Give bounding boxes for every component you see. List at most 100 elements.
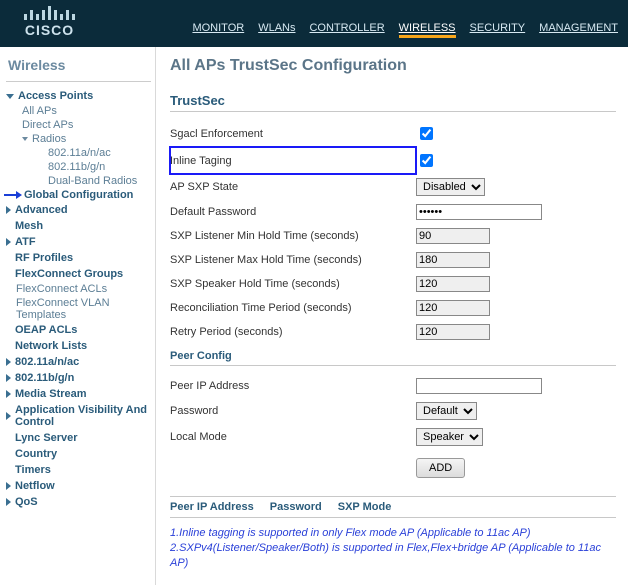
sidebar-item-atf[interactable]: ATF	[6, 234, 151, 250]
chevron-right-icon	[6, 390, 11, 398]
ap-sxp-state-select[interactable]: Disabled	[416, 178, 485, 196]
default-password-label: Default Password	[170, 200, 416, 224]
chevron-right-icon	[6, 374, 11, 382]
sidebar-item-label: ATF	[15, 236, 36, 248]
sidebar-sub-radio-dual[interactable]: Dual-Band Radios	[48, 174, 151, 188]
reconciliation-input[interactable]	[416, 300, 490, 316]
sidebar-item-label: FlexConnect Groups	[15, 268, 123, 280]
column-peer-ip: Peer IP Address	[170, 501, 254, 513]
sidebar-item-app-visibility[interactable]: Application Visibility And Control	[6, 402, 151, 430]
main-content: All APs TrustSec Configuration TrustSec …	[156, 47, 628, 585]
sidebar-item-label: QoS	[15, 496, 38, 508]
sidebar-item-access-points[interactable]: Access Points	[6, 88, 151, 104]
brand-text: CISCO	[25, 22, 74, 38]
peer-ip-input[interactable]	[416, 378, 542, 394]
chevron-right-icon	[6, 238, 11, 246]
sidebar-item-qos[interactable]: QoS	[6, 494, 151, 510]
chevron-down-icon	[6, 94, 14, 99]
sidebar-item-label: OEAP ACLs	[15, 324, 77, 336]
sidebar-sub-radios[interactable]: Radios	[22, 132, 151, 146]
ap-sxp-state-label: AP SXP State	[170, 174, 416, 200]
sidebar-item-rf-profiles[interactable]: RF Profiles	[6, 250, 151, 266]
sidebar-item-timers[interactable]: Timers	[6, 462, 151, 478]
peer-password-label: Password	[170, 398, 416, 424]
top-nav: MONITOR WLANs CONTROLLER WIRELESS SECURI…	[192, 22, 628, 44]
column-password: Password	[270, 501, 322, 513]
cisco-bars-icon	[24, 6, 75, 20]
sgacl-checkbox[interactable]	[420, 127, 433, 140]
sidebar-item-country[interactable]: Country	[6, 446, 151, 462]
footnote-2: 2.SXPv4(Listener/Speaker/Both) is suppor…	[170, 541, 616, 571]
chevron-right-icon	[6, 482, 11, 490]
peer-password-select[interactable]: Default	[416, 402, 477, 420]
inline-tagging-checkbox[interactable]	[420, 154, 433, 167]
local-mode-label: Local Mode	[170, 424, 416, 450]
reconciliation-label: Reconciliation Time Period (seconds)	[170, 296, 416, 320]
sidebar-item-label: RF Profiles	[15, 252, 73, 264]
sxp-speaker-hold-input[interactable]	[416, 276, 490, 292]
sidebar-item-label: Lync Server	[15, 432, 78, 444]
inline-tagging-label: Inline Taging	[170, 147, 416, 174]
brand-logo: CISCO	[0, 2, 85, 44]
nav-management[interactable]: MANAGEMENT	[539, 22, 618, 38]
section-trustsec: TrustSec	[170, 93, 616, 112]
sidebar-item-media-stream[interactable]: Media Stream	[6, 386, 151, 402]
chevron-right-icon	[6, 498, 11, 506]
sidebar-item-label: Application Visibility And Control	[15, 404, 151, 428]
sidebar-item-label: Advanced	[15, 204, 68, 216]
sidebar-sub-all-aps[interactable]: All APs	[22, 104, 151, 118]
footnote-1: 1.Inline tagging is supported in only Fl…	[170, 526, 616, 541]
sidebar-item-label: Timers	[15, 464, 51, 476]
sidebar-sub-flex-vlan[interactable]: FlexConnect VLAN Templates	[16, 296, 151, 322]
sidebar-item-label: Network Lists	[15, 340, 87, 352]
column-sxp-mode: SXP Mode	[338, 501, 392, 513]
chevron-right-icon	[6, 206, 11, 214]
sidebar-item-label: Country	[15, 448, 57, 460]
footnotes: 1.Inline tagging is supported in only Fl…	[170, 526, 616, 571]
sidebar-item-80211a[interactable]: 802.11a/n/ac	[6, 354, 151, 370]
sidebar-item-advanced[interactable]: Advanced	[6, 202, 151, 218]
nav-wireless[interactable]: WIRELESS	[399, 22, 456, 38]
nav-monitor[interactable]: MONITOR	[192, 22, 244, 38]
sidebar-item-label: Access Points	[18, 90, 93, 102]
default-password-input[interactable]	[416, 204, 542, 220]
sidebar-item-label: Netflow	[15, 480, 55, 492]
sxp-min-hold-label: SXP Listener Min Hold Time (seconds)	[170, 224, 416, 248]
sidebar-item-oeap-acls[interactable]: OEAP ACLs	[6, 322, 151, 338]
peer-ip-label: Peer IP Address	[170, 374, 416, 398]
peer-config-form: Peer IP Address Password Default Local M…	[170, 374, 548, 482]
sidebar-item-80211b[interactable]: 802.11b/g/n	[6, 370, 151, 386]
local-mode-select[interactable]: Speaker	[416, 428, 483, 446]
sidebar-item-label: 802.11b/g/n	[15, 372, 74, 384]
sidebar-sub-radio-a[interactable]: 802.11a/n/ac	[48, 146, 151, 160]
trustsec-form: Sgacl Enforcement Inline Taging AP SXP S…	[170, 120, 548, 344]
sidebar-title: Wireless	[6, 53, 151, 82]
retry-period-label: Retry Period (seconds)	[170, 320, 416, 344]
retry-period-input[interactable]	[416, 324, 490, 340]
sxp-speaker-hold-label: SXP Speaker Hold Time (seconds)	[170, 272, 416, 296]
chevron-right-icon	[6, 358, 11, 366]
nav-security[interactable]: SECURITY	[470, 22, 526, 38]
sxp-max-hold-input[interactable]	[416, 252, 490, 268]
nav-controller[interactable]: CONTROLLER	[309, 22, 384, 38]
sxp-max-hold-label: SXP Listener Max Hold Time (seconds)	[170, 248, 416, 272]
nav-wlans[interactable]: WLANs	[258, 22, 295, 38]
sidebar-item-network-lists[interactable]: Network Lists	[6, 338, 151, 354]
sidebar-sub-radio-b[interactable]: 802.11b/g/n	[48, 160, 151, 174]
sidebar-item-label: 802.11a/n/ac	[15, 356, 79, 368]
sidebar-item-flex-groups[interactable]: FlexConnect Groups	[6, 266, 151, 282]
sxp-min-hold-input[interactable]	[416, 228, 490, 244]
sidebar-item-lync[interactable]: Lync Server	[6, 430, 151, 446]
sidebar-item-netflow[interactable]: Netflow	[6, 478, 151, 494]
add-button[interactable]: ADD	[416, 458, 465, 478]
sidebar-item-label: Mesh	[15, 220, 43, 232]
sidebar: Wireless Access Points All APs Direct AP…	[0, 47, 156, 585]
sidebar-item-mesh[interactable]: Mesh	[6, 218, 151, 234]
chevron-down-icon	[22, 137, 28, 141]
sidebar-sub-global-config[interactable]: Global Configuration	[24, 188, 133, 202]
chevron-right-icon	[6, 412, 11, 420]
sidebar-sub-flex-acls[interactable]: FlexConnect ACLs	[16, 282, 151, 296]
page-title: All APs TrustSec Configuration	[170, 57, 616, 75]
sidebar-sub-direct-aps[interactable]: Direct APs	[22, 118, 151, 132]
arrow-right-icon	[4, 190, 22, 200]
